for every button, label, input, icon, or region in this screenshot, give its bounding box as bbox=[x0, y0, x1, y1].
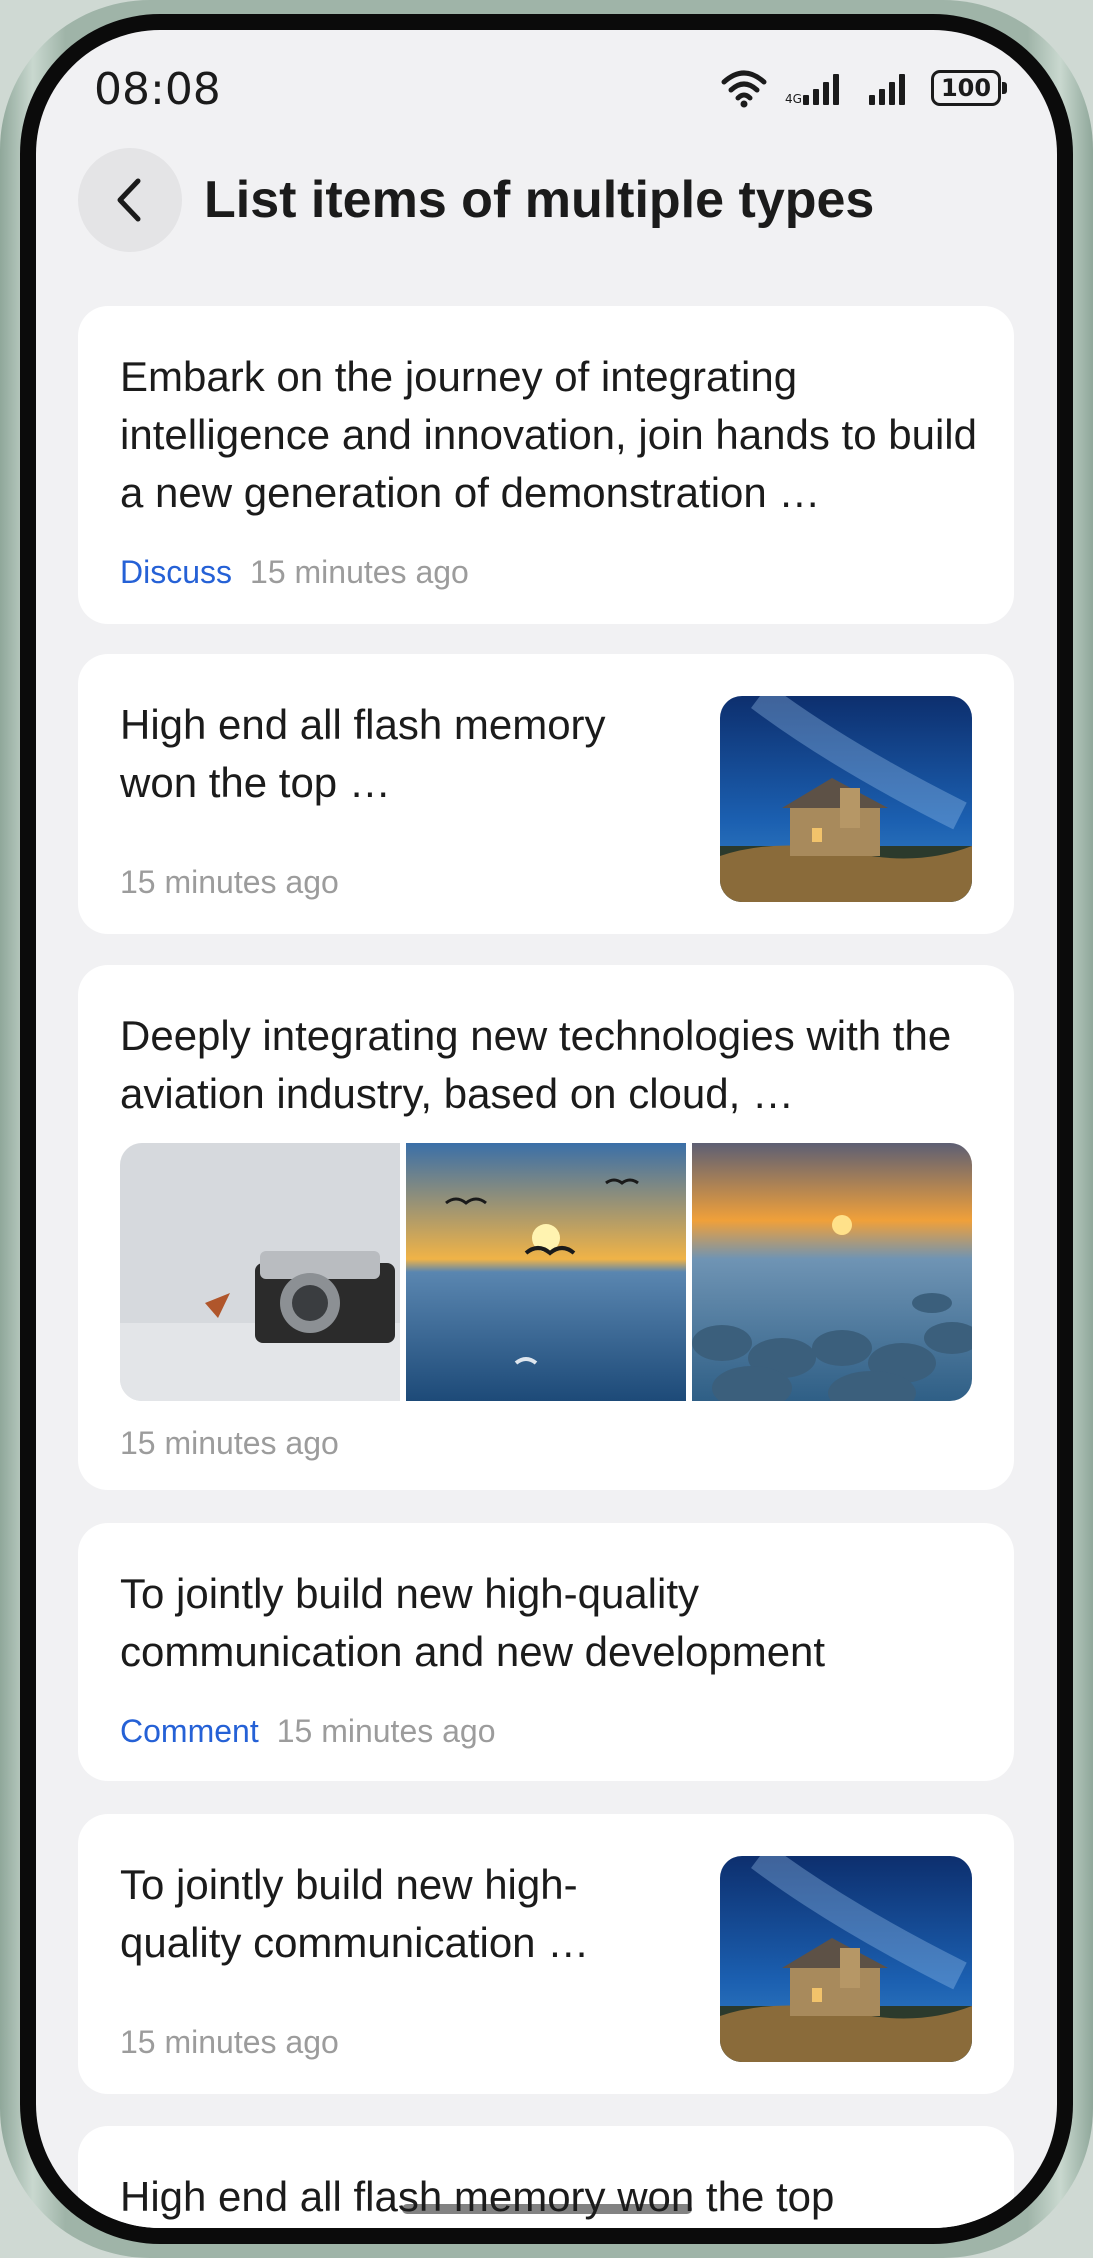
back-button[interactable] bbox=[78, 148, 182, 252]
gallery-image bbox=[406, 1143, 686, 1401]
svg-text:4G: 4G bbox=[785, 92, 802, 105]
item-time: 15 minutes ago bbox=[276, 1713, 496, 1749]
home-indicator[interactable] bbox=[402, 2204, 692, 2214]
camera-image bbox=[120, 1143, 400, 1401]
list-item[interactable]: To jointly build new high-quality commun… bbox=[78, 1814, 1014, 2094]
item-meta: 15 minutes ago bbox=[120, 2024, 339, 2061]
item-title: High end all flash memory won the top … bbox=[120, 701, 606, 806]
battery-icon: 100 bbox=[931, 70, 1007, 106]
item-title: To jointly build new high-quality commun… bbox=[120, 1570, 826, 1675]
item-time: 15 minutes ago bbox=[120, 2024, 339, 2060]
list-item[interactable]: Deeply integrating new technologies with… bbox=[78, 965, 1014, 1490]
item-meta: Discuss 15 minutes ago bbox=[120, 554, 469, 591]
item-meta: Comment 15 minutes ago bbox=[120, 1713, 496, 1750]
status-icons: 4G 100 bbox=[721, 68, 1007, 108]
discuss-tag[interactable]: Discuss bbox=[120, 554, 232, 591]
seagulls-sunset-image bbox=[406, 1143, 686, 1401]
screen: 08:08 4G 100 List items of multiple type… bbox=[36, 30, 1057, 2228]
item-thumbnail bbox=[720, 696, 972, 902]
item-title: To jointly build new high-quality commun… bbox=[120, 1861, 590, 1966]
item-title: High end all flash memory won the top bbox=[120, 2173, 835, 2220]
page-title: List items of multiple types bbox=[204, 171, 875, 229]
comment-tag[interactable]: Comment bbox=[120, 1713, 259, 1750]
list-item[interactable]: High end all flash memory won the top … … bbox=[78, 654, 1014, 934]
night-church-image bbox=[720, 696, 972, 902]
signal-1-icon: 4G bbox=[785, 74, 839, 105]
item-meta: 15 minutes ago bbox=[120, 1425, 339, 1462]
item-time: 15 minutes ago bbox=[120, 1425, 339, 1461]
signal-2-icon bbox=[869, 74, 905, 105]
gallery-image bbox=[120, 1143, 400, 1401]
chevron-left-icon bbox=[117, 178, 141, 222]
status-time: 08:08 bbox=[94, 64, 221, 115]
gallery-image bbox=[692, 1143, 972, 1401]
pebble-shore-image bbox=[692, 1143, 972, 1401]
item-time: 15 minutes ago bbox=[120, 864, 339, 900]
night-church-image bbox=[720, 1856, 972, 2062]
item-time: 15 minutes ago bbox=[250, 554, 469, 590]
list-item[interactable]: Embark on the journey of integrating int… bbox=[78, 306, 1014, 624]
item-meta: 15 minutes ago bbox=[120, 864, 339, 901]
item-title: Deeply integrating new technologies with… bbox=[120, 1012, 952, 1117]
wifi-icon bbox=[721, 70, 767, 108]
item-title: Embark on the journey of integrating int… bbox=[120, 353, 977, 516]
item-thumbnail bbox=[720, 1856, 972, 2062]
list-item[interactable]: To jointly build new high-quality commun… bbox=[78, 1523, 1014, 1781]
image-gallery bbox=[120, 1143, 972, 1401]
